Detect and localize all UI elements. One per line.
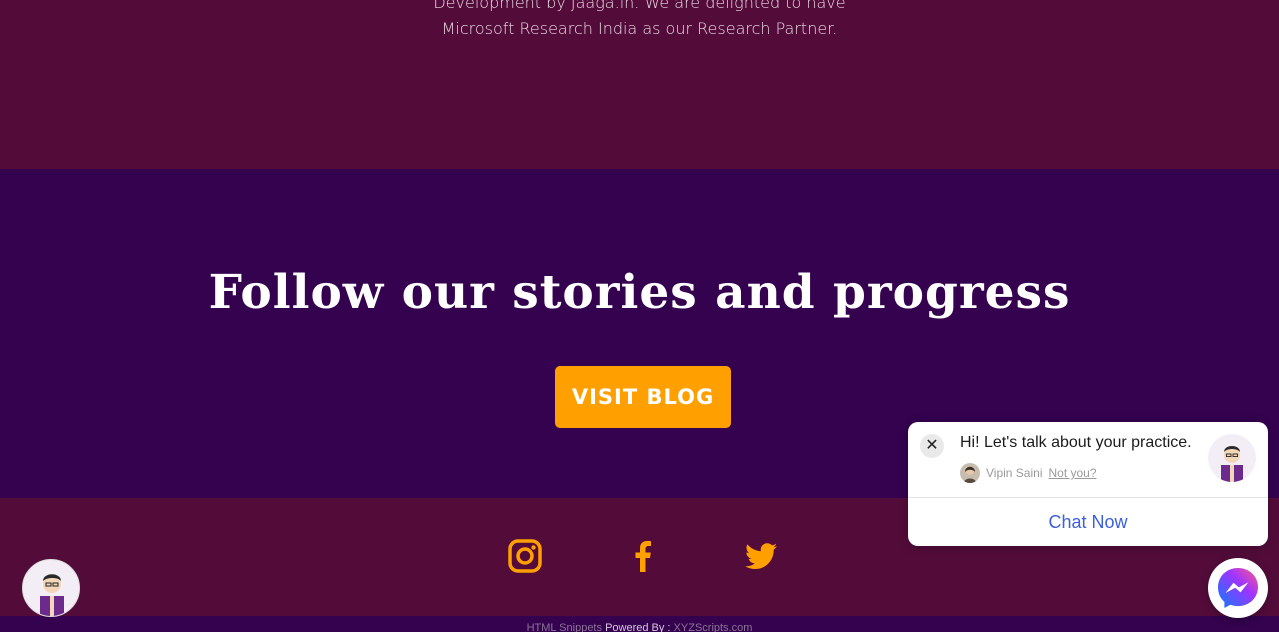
agent-mini-avatar — [960, 463, 980, 483]
agent-avatar-icon — [40, 574, 64, 616]
chat-greeting: Hi! Let's talk about your practice. — [960, 434, 1192, 451]
twitter-icon[interactable] — [743, 538, 779, 574]
messenger-icon — [1218, 568, 1258, 608]
footer-credit: HTML Snippets Powered By : XYZScripts.co… — [0, 616, 1279, 632]
agent-avatar-launcher[interactable] — [22, 559, 80, 617]
intro-section: Development by Jaaga.in. We are delighte… — [0, 0, 1279, 169]
not-you-link[interactable]: Not you? — [1048, 466, 1096, 480]
messenger-button[interactable] — [1208, 558, 1268, 618]
chat-agent-meta: Vipin Saini Not you? — [960, 463, 1097, 483]
footer-right-link[interactable]: XYZScripts.com — [674, 622, 753, 632]
footer-left-link[interactable]: HTML Snippets — [527, 622, 602, 632]
chat-agent-avatar — [1208, 434, 1256, 482]
close-icon[interactable]: ✕ — [920, 434, 944, 458]
visit-blog-button[interactable]: VISIT BLOG — [555, 366, 731, 428]
blog-heading: Follow our stories and progress — [208, 265, 1071, 320]
chat-popup: ✕ Hi! Let's talk about your practice. Vi… — [908, 422, 1268, 546]
agent-name: Vipin Saini — [986, 466, 1043, 480]
instagram-icon[interactable] — [507, 538, 543, 574]
intro-line-2: Microsoft Research India as our Research… — [441, 19, 838, 38]
intro-line-1: Development by Jaaga.in. We are delighte… — [433, 0, 846, 12]
intro-paragraph: Development by Jaaga.in. We are delighte… — [0, 0, 1279, 42]
chat-now-button[interactable]: Chat Now — [908, 498, 1268, 546]
facebook-icon[interactable] — [625, 538, 661, 574]
footer-powered-by: Powered By : — [605, 622, 671, 632]
